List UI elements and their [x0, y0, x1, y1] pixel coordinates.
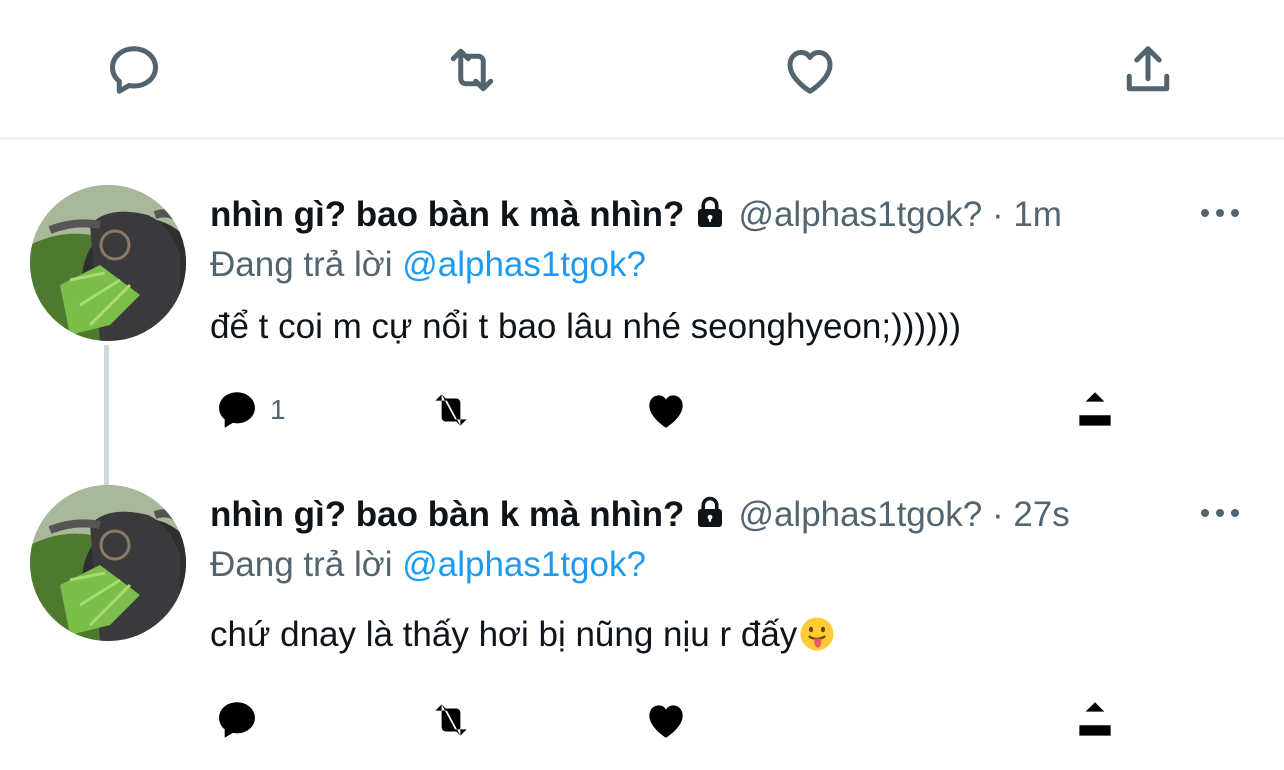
more-options-icon[interactable]	[1198, 501, 1242, 525]
reply-mention[interactable]: @alphas1tgok?	[402, 545, 646, 584]
avatar[interactable]	[30, 185, 186, 341]
tweet-header: nhìn gì? bao bàn k mà nhìn? @alphas1tgok?…	[210, 493, 1070, 537]
share-button[interactable]	[1070, 385, 1120, 435]
analytics-icon	[866, 395, 895, 427]
tweet-actions	[0, 695, 1284, 755]
retweet-button[interactable]	[426, 385, 476, 435]
reply-icon	[219, 392, 255, 428]
tongue-out-emoji-icon	[799, 616, 835, 652]
reply-context: Đang trả lời @alphas1tgok?	[210, 243, 646, 287]
handle[interactable]: @alphas1tgok?	[738, 195, 982, 234]
reply-prefix: Đang trả lời	[210, 245, 393, 284]
reply-context: Đang trả lời @alphas1tgok?	[210, 543, 646, 587]
top-action-bar	[0, 0, 1284, 140]
reply-button[interactable]: 1	[212, 385, 286, 435]
reply-icon[interactable]	[104, 40, 164, 100]
tweet-text: để t coi m cự nổi t bao lâu nhé seonghye…	[210, 307, 962, 346]
separator: ·	[991, 495, 1004, 534]
like-icon	[649, 705, 683, 738]
share-button[interactable]	[1070, 695, 1120, 745]
lock-icon	[692, 494, 728, 530]
tweet-text: chứ dnay là thấy hơi bị nũng nịu r đấy	[210, 615, 798, 654]
retweet-icon[interactable]	[442, 40, 502, 100]
tweet-text-container: chứ dnay là thấy hơi bị nũng nịu r đấy	[210, 613, 835, 657]
display-name[interactable]: nhìn gì? bao bàn k mà nhìn?	[210, 195, 684, 234]
share-icon[interactable]	[1118, 40, 1178, 100]
analytics-button[interactable]	[856, 695, 906, 745]
lock-icon	[692, 194, 728, 230]
avatar[interactable]	[30, 485, 186, 641]
analytics-icon	[866, 705, 895, 737]
retweet-button[interactable]	[426, 695, 476, 745]
display-name[interactable]: nhìn gì? bao bàn k mà nhìn?	[210, 495, 684, 534]
tweet-actions: 1	[0, 385, 1284, 445]
share-icon	[1079, 702, 1111, 736]
reply-count: 1	[270, 394, 286, 425]
like-button[interactable]	[641, 695, 691, 745]
timestamp[interactable]: 1m	[1013, 195, 1062, 234]
reply-button[interactable]	[212, 695, 262, 745]
more-options-icon[interactable]	[1198, 201, 1242, 225]
timestamp[interactable]: 27s	[1013, 495, 1069, 534]
like-icon[interactable]	[780, 40, 840, 100]
analytics-button[interactable]	[856, 385, 906, 435]
handle[interactable]: @alphas1tgok?	[738, 495, 982, 534]
like-button[interactable]	[641, 385, 691, 435]
tweet-header: nhìn gì? bao bàn k mà nhìn? @alphas1tgok?…	[210, 193, 1062, 237]
like-icon	[649, 395, 683, 428]
retweet-icon	[435, 394, 467, 426]
retweet-icon	[435, 704, 467, 736]
reply-prefix: Đang trả lời	[210, 545, 393, 584]
reply-icon	[219, 702, 255, 738]
separator: ·	[991, 195, 1004, 234]
reply-mention[interactable]: @alphas1tgok?	[402, 245, 646, 284]
share-icon	[1079, 392, 1111, 426]
